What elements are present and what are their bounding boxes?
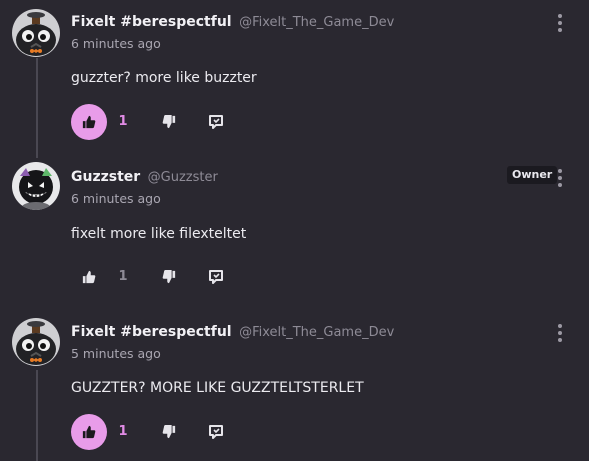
comment: Fixelt #berespectful @Fixelt_The_Game_De… [0, 0, 589, 461]
like-count: 1 [118, 424, 128, 439]
dislike-button[interactable] [157, 420, 181, 444]
reply-button[interactable] [204, 420, 228, 444]
avatar[interactable] [12, 318, 60, 366]
comment-text: GUZZTER? MORE LIKE GUZZTELTSTERLET [71, 380, 364, 396]
thumbs-up-icon [82, 425, 96, 439]
author-name[interactable]: Fixelt #berespectful [71, 324, 232, 340]
pumpkin-avatar-icon [12, 318, 60, 366]
reply-bubble-icon [209, 425, 223, 439]
kebab-menu-icon [558, 324, 562, 328]
thumbs-down-icon [162, 425, 176, 439]
comment-timestamp: 5 minutes ago [71, 346, 161, 361]
comment-menu-button[interactable] [552, 322, 568, 344]
like-button[interactable] [71, 414, 107, 450]
author-handle[interactable]: @Fixelt_The_Game_Dev [239, 325, 394, 340]
comment-header: Fixelt #berespectful @Fixelt_The_Game_De… [71, 324, 394, 341]
